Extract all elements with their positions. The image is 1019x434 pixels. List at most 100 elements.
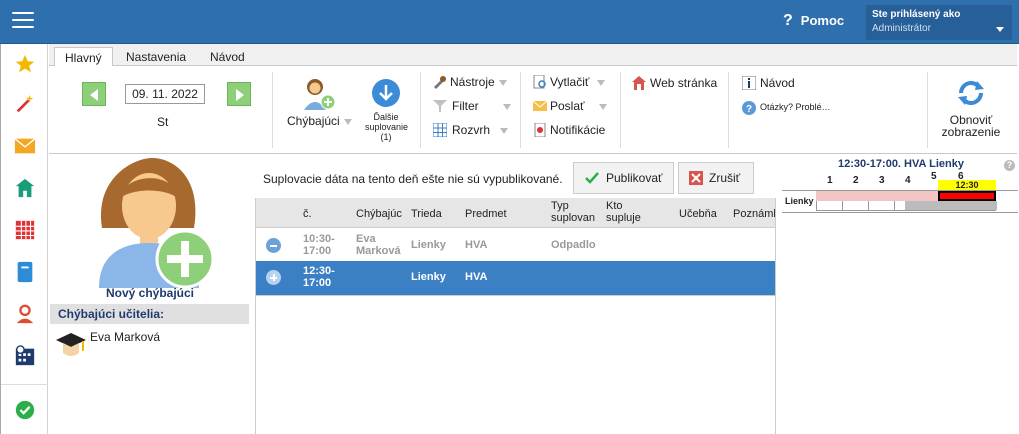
col-header[interactable]: Trieda <box>411 208 442 220</box>
ribbon-divider <box>520 72 521 148</box>
col-header[interactable]: Kto supluje <box>606 200 646 224</box>
questions-link[interactable]: Otázky? Problé… <box>760 102 831 112</box>
schedule-title: 12:30-17:00. HVA Lienky <box>838 158 964 170</box>
grid-icon <box>432 122 448 138</box>
check-icon[interactable] <box>13 398 37 422</box>
chevron-down-icon <box>996 27 1004 32</box>
col-header[interactable]: Poznámk <box>733 208 775 220</box>
close-icon <box>689 171 703 185</box>
cancel-button[interactable]: Zrušiť <box>678 162 754 194</box>
print-icon <box>533 74 547 89</box>
timetable-icon[interactable] <box>13 218 37 242</box>
time-highlight: 12:30 <box>938 180 996 190</box>
tab-navod[interactable]: Návod <box>200 47 255 67</box>
magic-wand-icon[interactable] <box>13 92 37 116</box>
notifications-button[interactable]: Notifikácie <box>550 123 605 137</box>
notification-icon <box>533 122 547 138</box>
user-line2: Administrátor <box>872 23 931 34</box>
star-icon[interactable] <box>13 52 37 76</box>
help-icon[interactable]: ? <box>1004 160 1015 171</box>
envelope-icon <box>532 100 548 114</box>
absent-dropdown[interactable]: Chýbajúci <box>287 114 352 128</box>
next-day-button[interactable] <box>227 82 251 106</box>
svg-text:?: ? <box>746 104 752 115</box>
grid-line <box>782 212 1018 213</box>
top-bar: ? Pomoc Ste prihlásený ako Administrátor <box>0 0 1019 44</box>
filter-dropdown[interactable]: Filter <box>452 99 511 113</box>
schedule-dropdown[interactable]: Rozvrh <box>452 123 509 137</box>
chevron-down-icon <box>500 127 509 134</box>
schedule-bar-selected[interactable] <box>938 191 996 201</box>
row-divider <box>256 295 775 296</box>
menu-icon[interactable] <box>12 12 34 30</box>
ribbon-divider <box>728 72 729 148</box>
prev-day-button[interactable] <box>82 82 106 106</box>
user-menu[interactable]: Ste prihlásený ako Administrátor <box>866 5 1012 40</box>
chevron-down-icon <box>498 79 507 86</box>
schedule-bar <box>816 191 938 201</box>
question-icon: ? <box>742 101 756 115</box>
refresh-icon[interactable] <box>955 77 987 109</box>
ribbon-divider <box>927 72 928 148</box>
col-header[interactable]: Predmet <box>465 208 507 220</box>
tools-icon <box>433 75 447 89</box>
plus-icon[interactable] <box>266 270 281 285</box>
school-icon[interactable] <box>13 176 37 200</box>
user-line1: Ste prihlásený ako <box>872 9 961 20</box>
date-field[interactable]: 09. 11. 2022 <box>125 84 205 104</box>
next-substitution-button[interactable]: Ďalšie suplovanie (1) <box>365 112 408 142</box>
tools-dropdown[interactable]: Nástroje <box>450 75 507 89</box>
home-icon <box>632 76 646 90</box>
web-page-button[interactable]: Web stránka <box>650 76 717 90</box>
chevron-down-icon <box>502 103 511 110</box>
mail-icon[interactable] <box>13 134 37 158</box>
tab-hlavny[interactable]: Hlavný <box>54 47 113 67</box>
sidebar-divider <box>1 384 48 385</box>
publish-status-message: Suplovacie dáta na tento deň ešte nie sú… <box>263 172 563 186</box>
download-arrow-icon[interactable] <box>371 78 401 108</box>
send-dropdown[interactable]: Poslať <box>550 99 607 113</box>
chevron-down-icon <box>597 79 606 86</box>
help-icon: ? <box>783 12 793 29</box>
day-label: St <box>157 115 169 129</box>
ribbon: 09. 11. 2022 St Chýbajúci Ďalšie suplova… <box>49 66 1017 154</box>
tab-nastavenia[interactable]: Nastavenia <box>116 47 196 67</box>
new-absent-label[interactable]: Nový chýbajúci <box>49 286 251 300</box>
sidebar <box>0 44 48 434</box>
ribbon-divider <box>272 72 273 148</box>
new-absent-avatar[interactable] <box>94 158 215 289</box>
col-header[interactable]: Typ suplovan <box>551 200 599 224</box>
substitution-table: č. Chýbajúci Trieda Predmet Typ suplovan… <box>255 198 776 434</box>
print-dropdown[interactable]: Vytlačiť <box>550 75 606 89</box>
refresh-view-button[interactable]: Obnoviť zobrazenie <box>937 114 1005 138</box>
ribbon-divider <box>620 72 621 148</box>
graduation-cap-icon <box>55 331 87 361</box>
chevron-down-icon <box>598 103 607 110</box>
absent-teachers-header: Chýbajúci učitelia: <box>50 304 249 324</box>
table-row-selected[interactable]: 12:30-17:00 Lienky HVA <box>256 261 775 295</box>
table-row[interactable]: 10:30-17:00 Eva Marková Lienky HVA Odpad… <box>256 229 775 263</box>
add-absent-icon[interactable] <box>301 76 337 112</box>
table-header: č. Chýbajúci Trieda Predmet Typ suplovan… <box>256 198 775 228</box>
schedule-preview: 12:30-17:00. HVA Lienky ? 1 2 3 4 5 6 12… <box>782 155 1018 434</box>
help-button[interactable]: ? Pomoc <box>783 12 844 30</box>
book-icon[interactable] <box>13 260 37 284</box>
filter-icon <box>433 99 447 113</box>
ribbon-divider <box>420 72 421 148</box>
tab-bar: Hlavný Nastavenia Návod <box>49 44 1017 67</box>
guide-icon <box>741 75 757 91</box>
schedule-row-label: Lienky <box>785 196 814 206</box>
check-icon <box>585 172 599 184</box>
calendar-clock-icon[interactable] <box>13 344 37 368</box>
chevron-down-icon <box>343 118 352 125</box>
absent-teacher-item[interactable]: Eva Marková <box>90 330 160 344</box>
minus-icon[interactable] <box>266 238 281 253</box>
col-header[interactable]: Chýbajúci <box>356 208 402 220</box>
absent-panel: Nový chýbajúci Chýbajúci učitelia: Eva M… <box>49 155 251 434</box>
schedule-lower-row <box>816 201 997 211</box>
col-header[interactable]: Učebňa <box>679 208 717 220</box>
guide-button[interactable]: Návod <box>760 76 795 90</box>
publish-button[interactable]: Publikovať <box>573 162 674 194</box>
col-header[interactable]: č. <box>303 208 312 220</box>
person-icon[interactable] <box>13 302 37 326</box>
